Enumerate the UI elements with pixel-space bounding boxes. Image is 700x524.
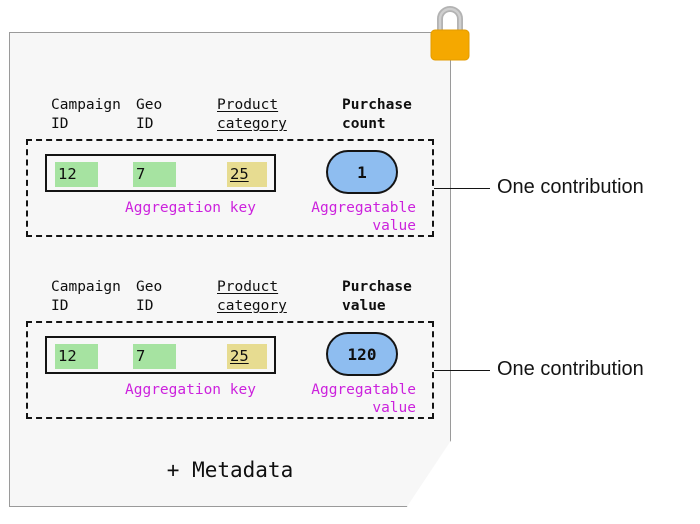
header-product-category-1: Product category <box>217 97 287 132</box>
key-chip-geo-id-2: 7 <box>133 344 176 369</box>
key-chip-product-category-1: 25 <box>227 162 267 187</box>
annotation-aggregatable-value-2: Aggregatable value <box>311 382 416 416</box>
header-purchase-count: Purchase count <box>342 97 412 132</box>
metadata-label: + Metadata <box>166 458 294 482</box>
column-headers-2: Campaign ID Geo ID Product category Purc… <box>26 277 434 321</box>
aggregatable-value-pill-2: 120 <box>326 332 398 376</box>
key-chip-campaign-id-2: 12 <box>55 344 98 369</box>
header-purchase-value: Purchase value <box>342 279 412 314</box>
key-chip-geo-id-1: 7 <box>133 162 176 187</box>
aggregatable-value-pill-1: 1 <box>326 150 398 194</box>
key-chip-campaign-id-1: 12 <box>55 162 98 187</box>
header-campaign-id-1: Campaign ID <box>51 97 121 132</box>
column-headers-1: Campaign ID Geo ID Product category Purc… <box>26 95 434 139</box>
header-geo-id-1: Geo ID <box>136 97 163 132</box>
header-geo-id-2: Geo ID <box>136 279 163 314</box>
aggregation-key-box-1: 12 7 25 <box>45 154 276 192</box>
aggregation-key-box-2: 12 7 25 <box>45 336 276 374</box>
annotation-aggregation-key-2: Aggregation key <box>125 382 256 398</box>
contribution-block-1: Campaign ID Geo ID Product category Purc… <box>26 95 434 237</box>
header-campaign-id-2: Campaign ID <box>51 279 121 314</box>
callout-one-contribution-1: One contribution <box>497 176 644 198</box>
contribution-outline-2: 12 7 25 120 Aggregation key Aggregatable… <box>26 321 434 419</box>
callout-one-contribution-2: One contribution <box>497 358 644 380</box>
key-chip-product-category-2: 25 <box>227 344 267 369</box>
annotation-aggregation-key-1: Aggregation key <box>125 200 256 216</box>
header-product-category-2: Product category <box>217 279 287 314</box>
annotation-aggregatable-value-1: Aggregatable value <box>311 200 416 234</box>
leader-line-1 <box>434 188 490 189</box>
contribution-block-2: Campaign ID Geo ID Product category Purc… <box>26 277 434 419</box>
contribution-outline-1: 12 7 25 1 Aggregation key Aggregatable v… <box>26 139 434 237</box>
padlock-icon <box>426 2 474 66</box>
leader-line-2 <box>434 370 490 371</box>
